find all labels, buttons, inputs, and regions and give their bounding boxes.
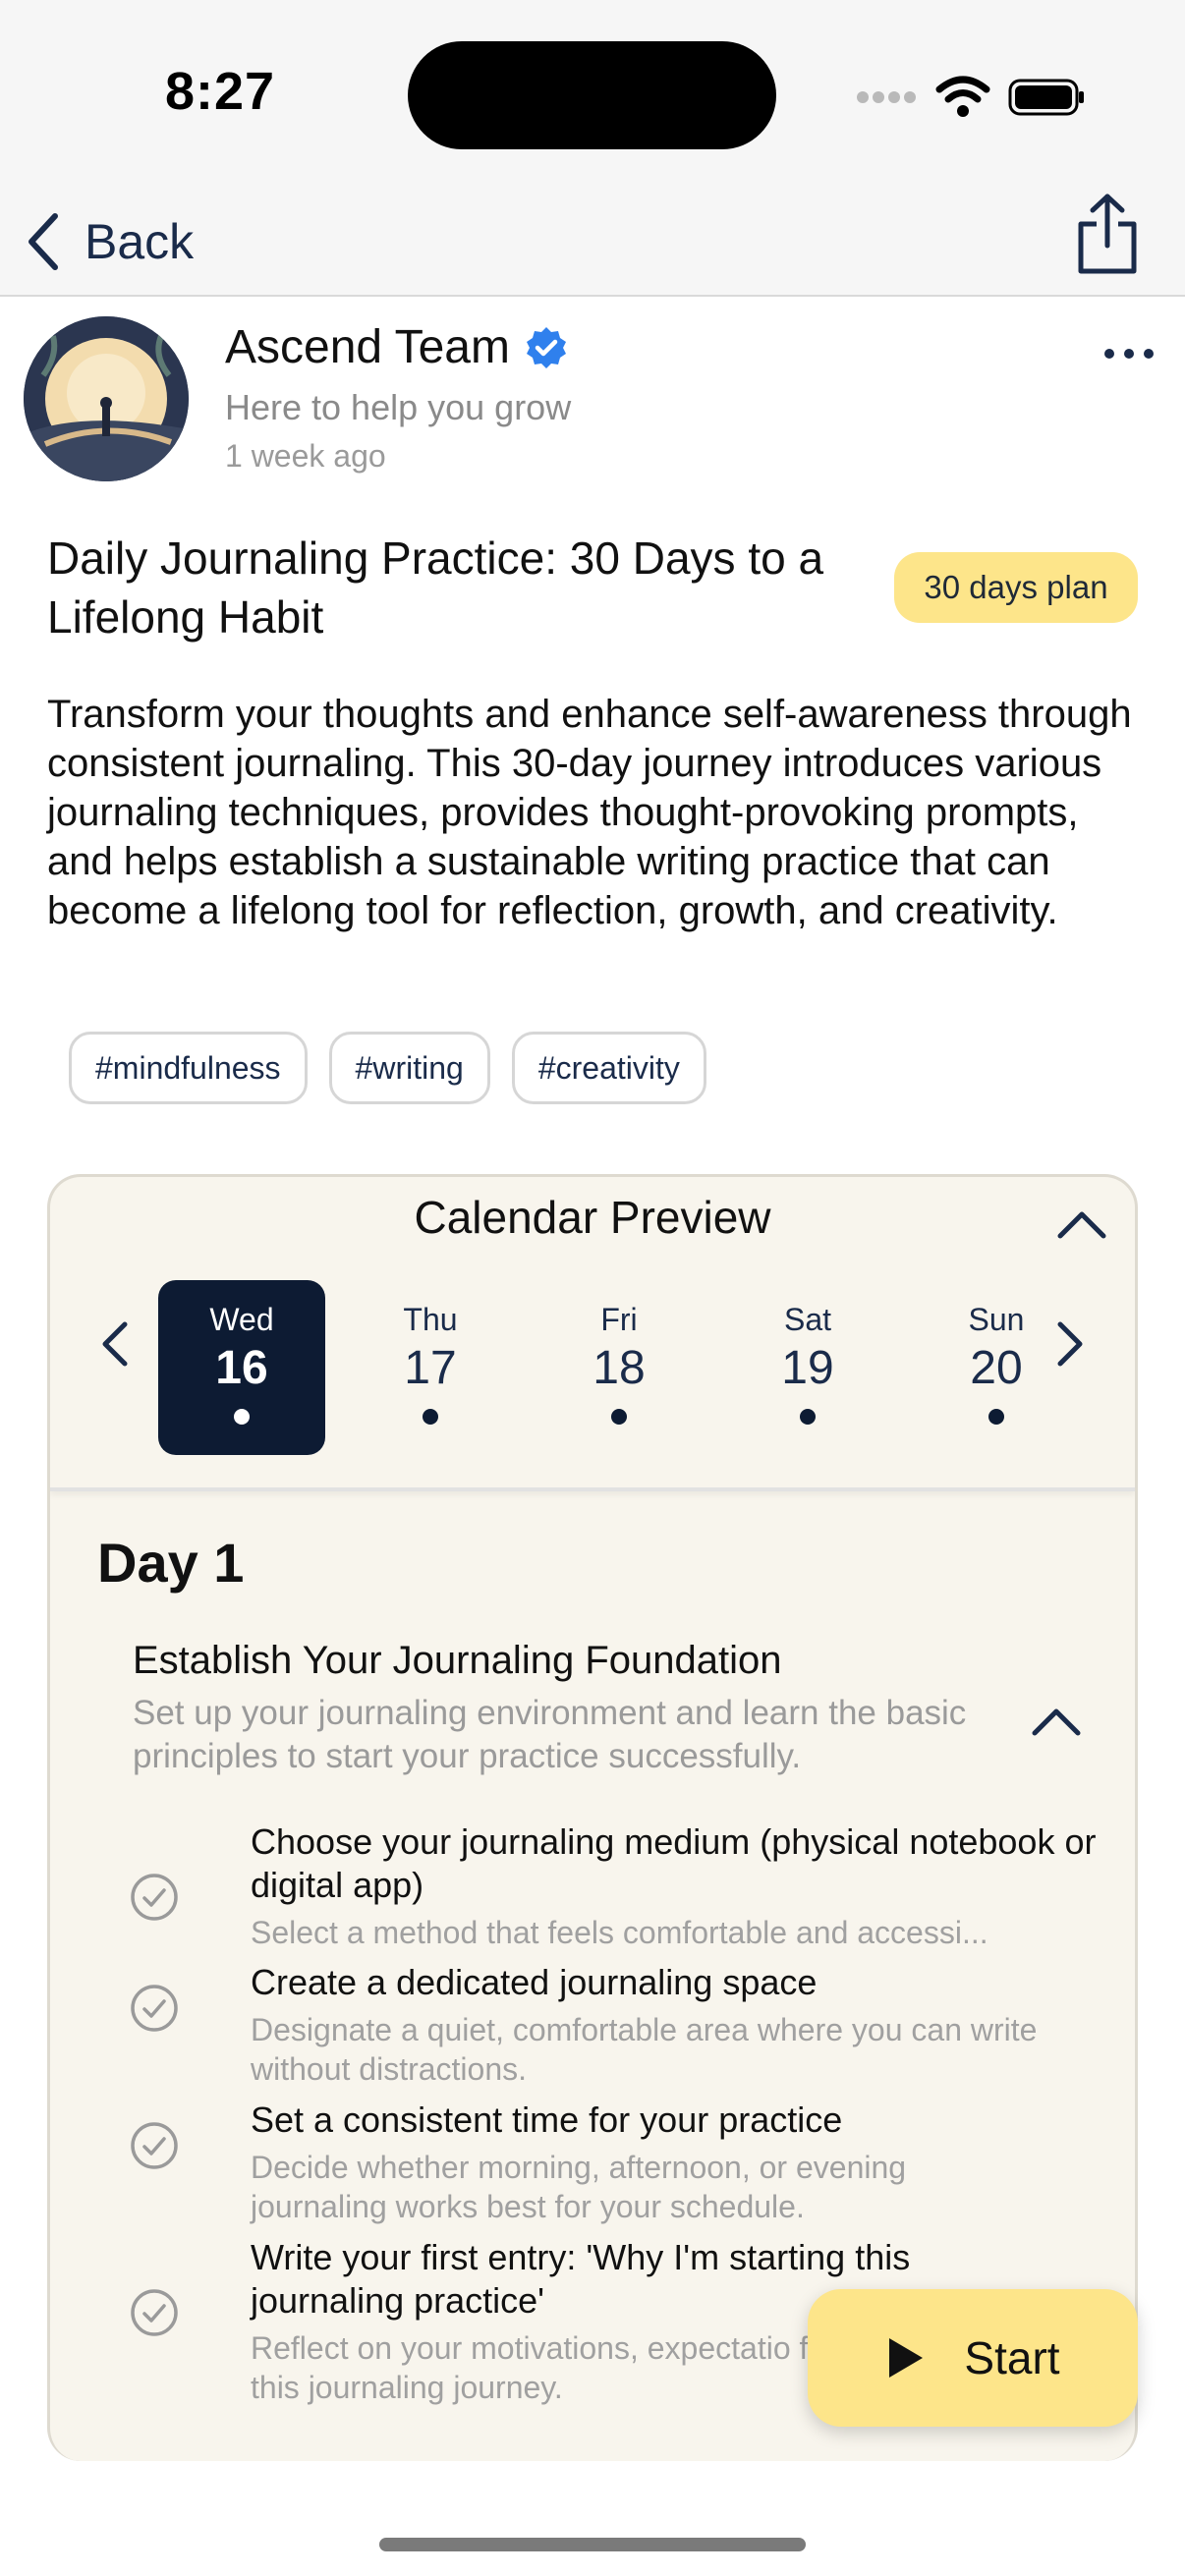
post-timestamp: 1 week ago (225, 438, 386, 474)
day-of-week: Thu (403, 1302, 458, 1337)
author-name-row: Ascend Team (225, 320, 569, 374)
home-indicator[interactable] (379, 2538, 806, 2551)
plan-description: Transform your thoughts and enhance self… (47, 693, 1132, 932)
task-description: Select a method that feels comfortable a… (251, 1915, 988, 1950)
day-of-week: Fri (600, 1302, 638, 1337)
calendar-header: Calendar Preview Wed 16 Thu 17 Fri 18 Sa… (50, 1177, 1135, 1491)
more-icon (1104, 349, 1114, 359)
tag-chip[interactable]: #mindfulness (69, 1032, 308, 1104)
plan-duration-badge: 30 days plan (894, 552, 1138, 623)
share-icon (1078, 194, 1137, 274)
day-dot-indicator (423, 1409, 438, 1425)
task-item: Create a dedicated journaling space Desi… (129, 1961, 1111, 2089)
section-collapse-button[interactable] (1027, 1698, 1086, 1747)
share-button[interactable] (1073, 191, 1142, 277)
author-avatar[interactable] (24, 316, 189, 481)
calendar-day[interactable]: Fri 18 (536, 1280, 703, 1455)
task-description: Designate a quiet, comfortable area wher… (251, 2012, 1038, 2087)
calendar-preview-card: Calendar Preview Wed 16 Thu 17 Fri 18 Sa… (47, 1174, 1138, 2461)
calendar-day[interactable]: Thu 17 (347, 1280, 514, 1455)
day-dot-indicator (611, 1409, 627, 1425)
check-circle-icon[interactable] (129, 2287, 180, 2338)
task-title: Set a consistent time for your practice (251, 2100, 843, 2140)
back-button[interactable]: Back (24, 200, 194, 283)
author-name: Ascend Team (225, 321, 510, 373)
section-title: Establish Your Journaling Foundation (133, 1639, 782, 1682)
battery-icon (1008, 79, 1084, 116)
check-circle-icon[interactable] (129, 1872, 180, 1923)
task-description: Decide whether morning, afternoon, or ev… (251, 2150, 907, 2224)
day-number: 16 (215, 1342, 268, 1394)
chevron-left-icon (102, 1321, 128, 1367)
dynamic-island (408, 41, 776, 149)
signal-icon (857, 91, 916, 103)
calendar-day[interactable]: Sat 19 (724, 1280, 891, 1455)
start-button[interactable]: Start (808, 2289, 1138, 2427)
verified-badge-icon (526, 326, 566, 368)
status-bar: 8:27 (0, 0, 1185, 187)
day-of-week: Wed (209, 1302, 274, 1337)
author-tagline: Here to help you grow (225, 387, 572, 427)
day-number: 17 (404, 1342, 457, 1394)
calendar-collapse-button[interactable] (1052, 1197, 1111, 1256)
status-icons (855, 73, 1087, 122)
day-heading: Day 1 (97, 1532, 245, 1594)
back-chevron-icon (28, 213, 58, 270)
tag-list: #mindfulness #writing #creativity (69, 1032, 706, 1104)
task-title: Create a dedicated journaling space (251, 1962, 818, 2002)
tag-chip[interactable]: #writing (328, 1032, 490, 1104)
status-time: 8:27 (165, 62, 276, 121)
previous-week-button[interactable] (89, 1295, 139, 1393)
day-of-week: Sat (783, 1302, 832, 1337)
day-dot-indicator (988, 1409, 1004, 1425)
day-dot-indicator (234, 1409, 250, 1425)
check-circle-icon[interactable] (129, 1983, 180, 2034)
author-header: Ascend Team Here to help you grow 1 week… (24, 316, 1163, 493)
more-options-button[interactable] (1095, 334, 1163, 373)
chevron-right-icon (1057, 1321, 1083, 1367)
play-icon (889, 2338, 924, 2378)
calendar-title: Calendar Preview (414, 1192, 771, 1243)
section-description: Set up your journaling environment and l… (133, 1694, 967, 1775)
start-button-label: Start (964, 2332, 1060, 2383)
day-dot-indicator (800, 1409, 816, 1425)
wifi-icon (935, 76, 990, 117)
plan-title: Daily Journaling Practice: 30 Days to a … (47, 532, 824, 643)
next-week-button[interactable] (1046, 1295, 1096, 1393)
chevron-up-icon (1057, 1211, 1106, 1239)
calendar-day-selected[interactable]: Wed 16 (158, 1280, 325, 1455)
task-description: Reflect on your motivations, expectatio … (251, 2330, 836, 2405)
tag-chip[interactable]: #creativity (511, 1032, 706, 1104)
task-item: Set a consistent time for your practice … (129, 2099, 1111, 2226)
task-title: Choose your journaling medium (physical … (251, 1821, 1097, 1905)
chevron-up-icon (1032, 1708, 1081, 1736)
day-number: 19 (781, 1342, 834, 1394)
back-label: Back (85, 214, 195, 269)
check-circle-icon[interactable] (129, 2120, 180, 2171)
navigation-bar: Back (0, 187, 1185, 297)
task-item: Choose your journaling medium (physical … (129, 1820, 1111, 1958)
day-number: 18 (592, 1342, 646, 1394)
